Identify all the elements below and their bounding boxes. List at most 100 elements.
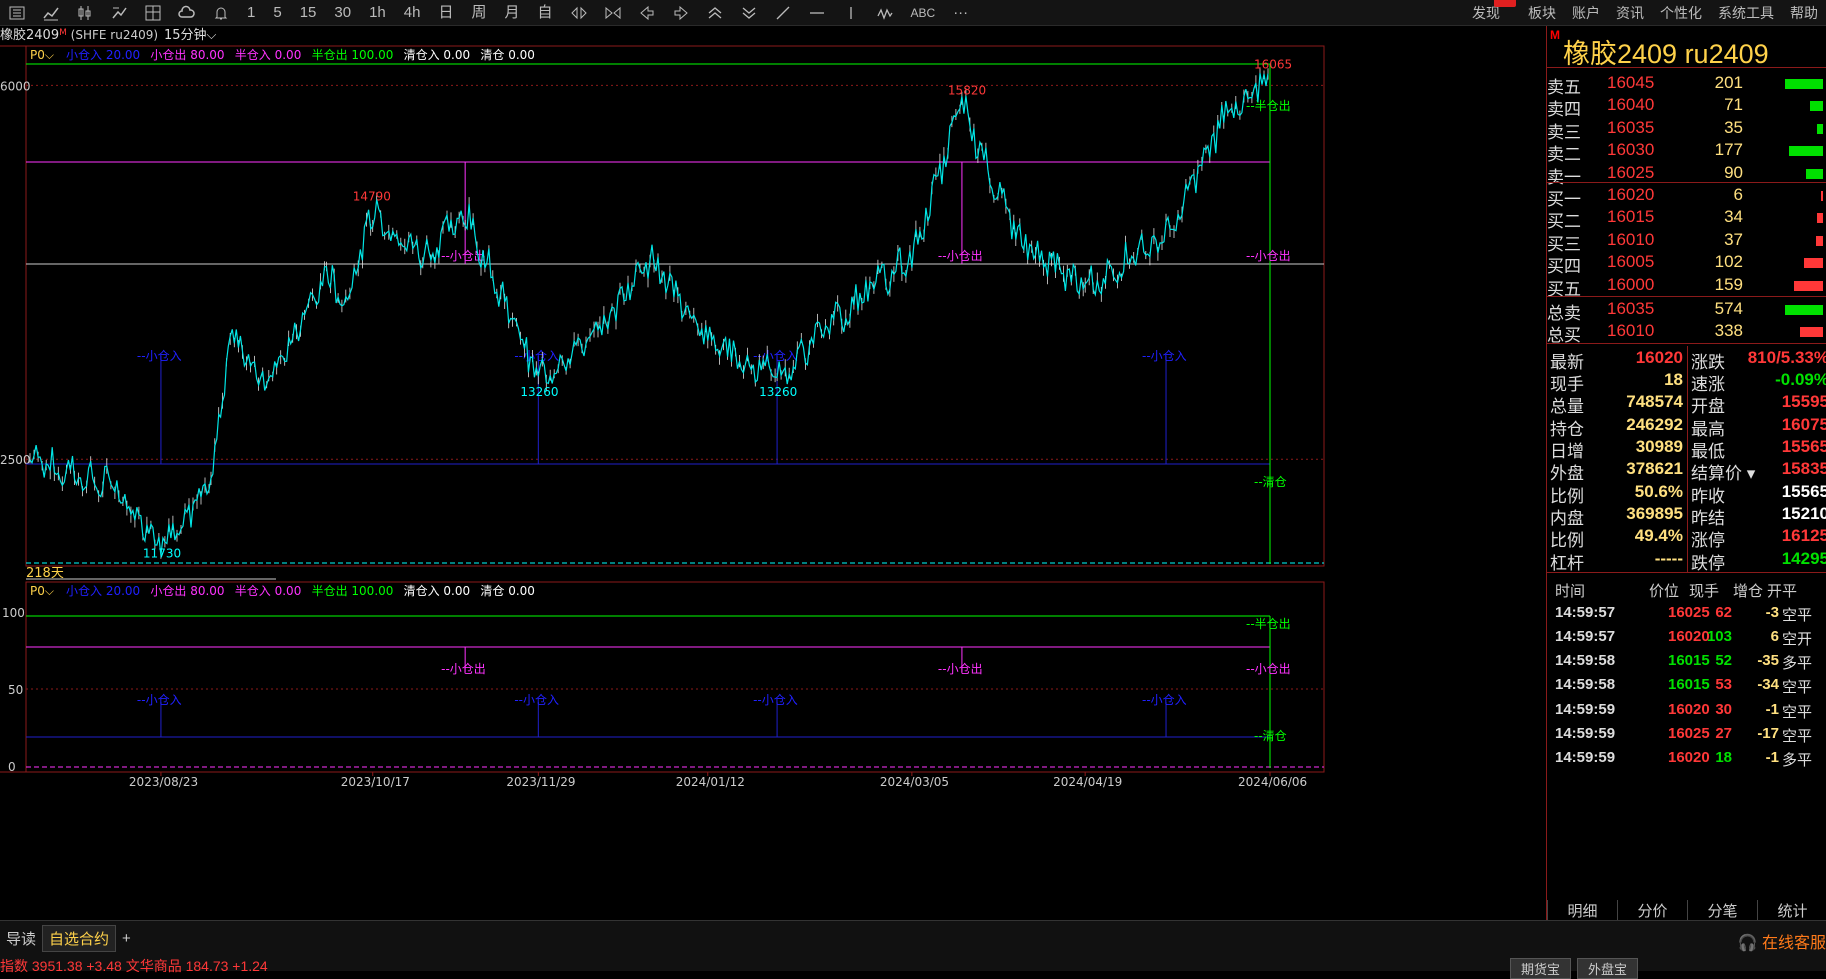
menu-item-5[interactable]: 系统工具 <box>1710 0 1782 26</box>
extreme-label-4: 13260 <box>759 385 797 399</box>
split-icon[interactable] <box>102 0 136 26</box>
stat-value: 810/5.33% <box>1747 347 1826 367</box>
bottom-tab-0[interactable]: 导读 <box>0 928 42 949</box>
period-month[interactable]: 月 <box>495 0 528 26</box>
stat-value: 246292 <box>1626 414 1683 434</box>
main-legend-0[interactable]: P0⌵ <box>30 48 54 62</box>
tick-change: -17 <box>1757 724 1779 742</box>
chevron-down-icon[interactable] <box>732 0 766 26</box>
menu-item-6[interactable]: 帮助 <box>1782 0 1826 26</box>
level-bar <box>1804 258 1823 269</box>
bottom-button-0[interactable]: 期货宝 <box>1510 958 1572 979</box>
period-custom[interactable]: 自 <box>528 0 561 26</box>
period-1[interactable]: 1 <box>238 0 264 26</box>
tick-change: -34 <box>1757 676 1779 694</box>
horizontal-line-icon[interactable] <box>800 0 834 26</box>
bell-icon[interactable] <box>204 0 238 26</box>
tick-change: -1 <box>1765 700 1779 718</box>
sub-legend-1: 小仓入 20.00 <box>66 584 140 598</box>
sub-legend-0[interactable]: P0⌵ <box>30 584 54 598</box>
bid-row-4[interactable]: 买五 16000 159 <box>1547 273 1826 299</box>
bottom-button-1[interactable]: 外盘宝 <box>1577 958 1639 979</box>
tick-time: 14:59:57 <box>1555 628 1616 645</box>
total-row-1: 总买 16010 338 <box>1547 319 1826 345</box>
tick-volume: 52 <box>1715 652 1732 670</box>
abc-text[interactable]: ABC <box>902 0 945 26</box>
tick-type: 多平 <box>1782 752 1813 769</box>
quote-panel: M 橡胶2409 ru2409 卖五 16045 201 卖四 16040 71 卖三 160… <box>1546 26 1826 920</box>
small-in-label-2: --小仓入 <box>514 349 559 363</box>
menu-item-3[interactable]: 资讯 <box>1608 0 1652 26</box>
period-15[interactable]: 15 <box>291 0 326 26</box>
level-volume: 201 <box>1714 73 1743 92</box>
menu-item-2[interactable]: 账户 <box>1564 0 1608 26</box>
sub-small-out-label-right: --小仓出 <box>1246 662 1291 676</box>
quote-tab-2[interactable]: 分笔 <box>1687 900 1757 920</box>
period-week[interactable]: 周 <box>462 0 495 26</box>
menu-item-4[interactable]: 个性化 <box>1652 0 1710 26</box>
stat-value: 15565 <box>1781 481 1826 501</box>
period-1h[interactable]: 1h <box>360 0 395 26</box>
stat-value: 378621 <box>1626 459 1683 479</box>
online-service-button[interactable]: 🎧 在线客服 <box>1738 929 1826 953</box>
tick-volume: 30 <box>1715 700 1732 718</box>
main-y-tick-1: 2500 <box>0 453 31 467</box>
stat-value: 18 <box>1664 370 1683 390</box>
expand-icon[interactable] <box>562 0 596 26</box>
period-5[interactable]: 5 <box>264 0 290 26</box>
arrow-left-icon[interactable] <box>630 0 664 26</box>
x-tick-3: 2024/01/12 <box>676 775 745 789</box>
bottom-tab-2[interactable]: + <box>116 930 137 947</box>
sub-small-in-label-0: --小仓入 <box>137 693 182 707</box>
small-out-label-right: --小仓出 <box>1246 249 1291 263</box>
line-chart-icon[interactable] <box>34 0 68 26</box>
period-day[interactable]: 日 <box>429 0 462 26</box>
quote-tab-0[interactable]: 明细 <box>1547 900 1617 920</box>
period-4h[interactable]: 4h <box>395 0 430 26</box>
stat-value: 748574 <box>1626 392 1683 412</box>
more-icon[interactable]: ··· <box>944 0 977 26</box>
x-tick-5: 2024/04/19 <box>1053 775 1122 789</box>
index-ticker: 指数 3951.38 +3.48 文华商品 184.73 +1.24 <box>0 958 268 974</box>
tick-price: 16020 <box>1668 628 1710 645</box>
extreme-label-2: 14790 <box>353 190 391 204</box>
stat-value: 49.4% <box>1634 526 1683 546</box>
extreme-label-0: 16065 <box>1254 57 1292 71</box>
x-tick-1: 2023/10/17 <box>341 775 410 789</box>
tick-header-4: 开平 <box>1767 582 1798 600</box>
list-icon[interactable] <box>0 0 34 26</box>
level-bar <box>1816 213 1823 224</box>
cloud-icon[interactable] <box>170 0 204 26</box>
tick-header-2: 现手 <box>1689 582 1720 600</box>
sub-half-out-label: --半仓出 <box>1246 617 1291 631</box>
quote-tab-1[interactable]: 分价 <box>1617 900 1687 920</box>
candlestick-icon[interactable] <box>68 0 102 26</box>
toolbar: 1 5 15 30 1h 4h 日周月自 ABC ··· 发现 板块 账户 资讯 个性化 系统工具 帮助 <box>0 0 1826 26</box>
main-legend-2: 小仓出 80.00 <box>150 48 224 62</box>
wave-icon[interactable] <box>868 0 902 26</box>
bottom-tab-1[interactable]: 自选合约 <box>42 924 117 952</box>
tick-type: 空平 <box>1782 703 1813 721</box>
extreme-label-1: 15820 <box>948 84 986 98</box>
stat-value: 15565 <box>1781 437 1826 456</box>
total-bar <box>1799 327 1823 338</box>
level-volume: 90 <box>1724 162 1743 182</box>
arrow-right-icon[interactable] <box>664 0 698 26</box>
period-30[interactable]: 30 <box>325 0 360 26</box>
grid-icon[interactable] <box>136 0 170 26</box>
kline-chart[interactable]: 橡胶2409M (SHFE ru2409) 15分钟⌵ P0⌵ 小仓入 20.00 小… <box>0 26 1546 920</box>
period-selector[interactable]: 15分钟⌵ <box>164 27 217 43</box>
tick-price: 16025 <box>1668 724 1710 742</box>
total-bar <box>1785 305 1823 315</box>
stat-value: 16075 <box>1781 414 1826 434</box>
x-tick-6: 2024/06/06 <box>1238 775 1307 789</box>
tick-time: 14:59:59 <box>1555 700 1616 718</box>
collapse-icon[interactable] <box>596 0 630 26</box>
market-marker: M <box>1550 28 1560 42</box>
draw-line-icon[interactable] <box>766 0 800 26</box>
vertical-line-icon[interactable] <box>834 0 868 26</box>
menu-item-0[interactable]: 发现 <box>1464 0 1516 26</box>
menu-item-1[interactable]: 板块 <box>1520 0 1564 26</box>
chevron-up-icon[interactable] <box>698 0 732 26</box>
quote-tab-3[interactable]: 统计 <box>1757 900 1826 920</box>
